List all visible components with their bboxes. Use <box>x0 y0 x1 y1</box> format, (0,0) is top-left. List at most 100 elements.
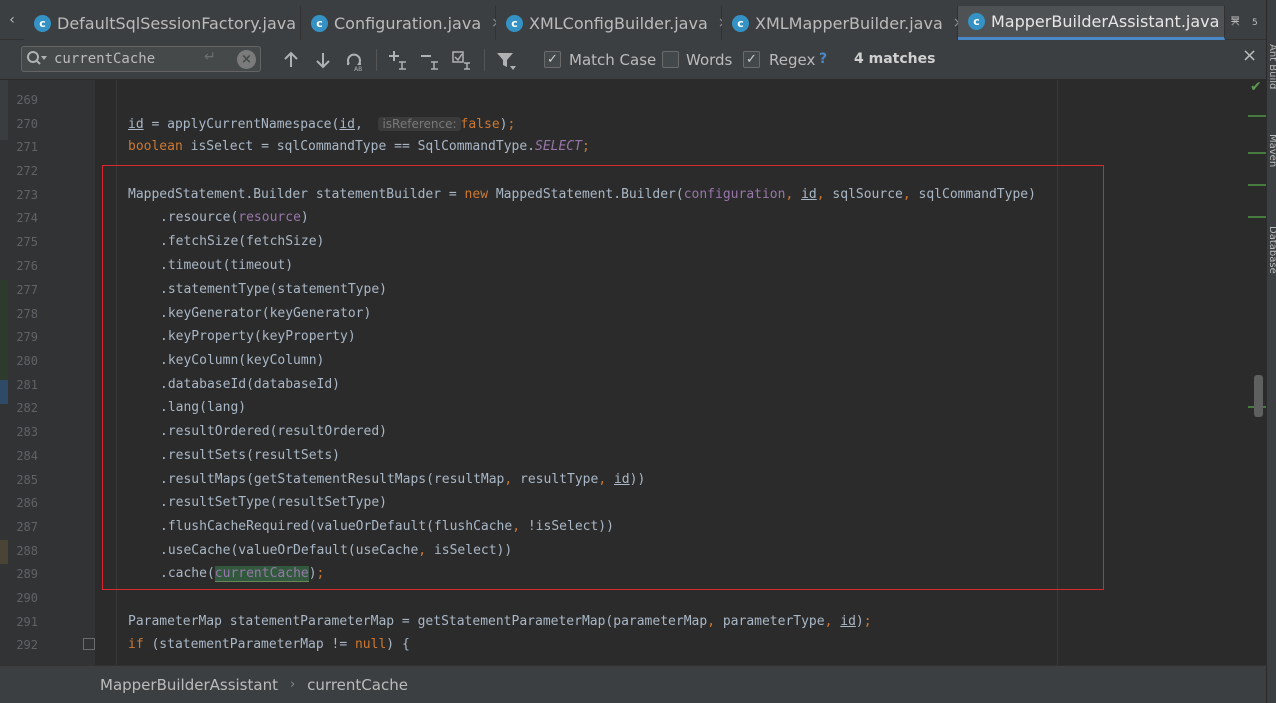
match-case-label[interactable]: Match Case <box>569 51 656 69</box>
find-in-path-icon[interactable]: AB <box>343 48 367 73</box>
hidden-tab-count: 5 <box>1252 18 1258 28</box>
line-number: 281 <box>16 378 38 392</box>
regex-checkbox[interactable]: ✓ <box>743 51 760 68</box>
match-case-checkbox[interactable]: ✓ <box>544 51 561 68</box>
editor-tab-bar: ‹ c DefaultSqlSessionFactory.java × c Co… <box>0 0 1276 40</box>
scroll-tabs-left-icon[interactable]: ‹ <box>0 6 24 34</box>
search-history-icon[interactable] <box>26 50 48 68</box>
find-bar: ↵ × AB ✓ Match Case Words ✓ Regex ? 4 ma… <box>0 40 1268 80</box>
code-line-282[interactable]: .lang(lang) <box>160 396 246 420</box>
code-line-273[interactable]: MappedStatement.Builder statementBuilder… <box>128 183 1036 207</box>
breadcrumb: MapperBuilderAssistant › currentCache <box>0 665 1266 703</box>
class-icon: c <box>506 14 523 32</box>
line-number: 286 <box>16 496 38 510</box>
code-line-279[interactable]: .keyProperty(keyProperty) <box>160 325 356 349</box>
line-number: 291 <box>16 615 38 629</box>
no-problems-check-icon: ✔ <box>1250 79 1262 95</box>
words-label[interactable]: Words <box>686 51 732 69</box>
tab-list-icon[interactable]: ≡ <box>1230 12 1240 26</box>
code-line-286[interactable]: .resultSetType(resultSetType) <box>160 491 387 515</box>
line-number: 278 <box>16 307 38 321</box>
code-line-280[interactable]: .keyColumn(keyColumn) <box>160 349 324 373</box>
fold-icon[interactable] <box>83 638 95 650</box>
line-number: 272 <box>16 164 38 178</box>
tab-default-sql-session-factory[interactable]: c DefaultSqlSessionFactory.java × <box>24 6 318 40</box>
class-icon: c <box>311 14 328 32</box>
line-number: 285 <box>16 473 38 487</box>
filter-icon[interactable] <box>494 48 518 72</box>
enter-icon: ↵ <box>204 49 216 65</box>
code-line-276[interactable]: .timeout(timeout) <box>160 254 293 278</box>
close-find-bar-icon[interactable]: × <box>1242 45 1257 66</box>
tool-window-ant-build[interactable]: Ant Build <box>1267 44 1276 89</box>
code-line-292[interactable]: if (statementParameterMap != null) { <box>128 633 410 657</box>
line-number: 282 <box>16 401 38 415</box>
tab-label: DefaultSqlSessionFactory.java <box>57 13 297 33</box>
tab-mapper-builder-assistant[interactable]: c MapperBuilderAssistant.java × <box>958 6 1241 40</box>
search-input[interactable] <box>54 50 194 68</box>
line-number: 269 <box>16 93 38 107</box>
regex-help-icon[interactable]: ? <box>819 51 827 67</box>
line-number: 292 <box>16 638 38 652</box>
code-line-283[interactable]: .resultOrdered(resultOrdered) <box>160 420 387 444</box>
line-number: 271 <box>16 140 38 154</box>
line-number: 275 <box>16 235 38 249</box>
words-checkbox[interactable] <box>662 51 679 68</box>
line-number-gutter: 269 270 271 272 273 274 275 276 277 278 … <box>0 80 95 665</box>
stripe-marker[interactable] <box>1248 152 1266 154</box>
right-margin-guide <box>1057 80 1058 665</box>
tab-label: XMLMapperBuilder.java <box>755 13 943 33</box>
vertical-scrollbar-thumb[interactable] <box>1254 375 1263 417</box>
class-icon: c <box>732 14 749 32</box>
tab-label: MapperBuilderAssistant.java <box>991 12 1220 31</box>
remove-occurrence-icon[interactable] <box>418 48 442 72</box>
code-line-270[interactable]: id = applyCurrentNamespace(id, isReferen… <box>128 112 515 137</box>
code-line-291[interactable]: ParameterMap statementParameterMap = get… <box>128 610 872 634</box>
stripe-marker[interactable] <box>1248 184 1266 186</box>
code-line-274[interactable]: .resource(resource) <box>160 206 309 230</box>
select-all-occurrences-icon[interactable] <box>450 48 474 72</box>
code-line-281[interactable]: .databaseId(databaseId) <box>160 373 340 397</box>
line-number: 287 <box>16 520 38 534</box>
code-line-289[interactable]: .cache(currentCache); <box>160 562 324 586</box>
regex-label[interactable]: Regex <box>769 51 815 69</box>
code-editor[interactable]: id = applyCurrentNamespace(id, isReferen… <box>95 80 1250 665</box>
previous-occurrence-icon[interactable] <box>279 48 303 72</box>
code-line-271[interactable]: boolean isSelect = sqlCommandType == Sql… <box>128 135 590 159</box>
stripe-marker[interactable] <box>1248 216 1266 218</box>
line-number: 280 <box>16 354 38 368</box>
tool-window-database[interactable]: Database <box>1267 226 1276 274</box>
tab-configuration[interactable]: c Configuration.java × <box>301 6 503 40</box>
line-number: 276 <box>16 259 38 273</box>
next-occurrence-icon[interactable] <box>311 48 335 72</box>
breadcrumb-separator: › <box>289 677 296 692</box>
tab-xml-config-builder[interactable]: c XMLConfigBuilder.java × <box>496 6 729 40</box>
search-match-highlight: currentCache <box>214 566 309 582</box>
parameter-hint: isReference: <box>378 117 461 131</box>
code-line-284[interactable]: .resultSets(resultSets) <box>160 444 340 468</box>
code-line-288[interactable]: .useCache(valueOrDefault(useCache, isSel… <box>160 539 512 563</box>
line-number: 290 <box>16 591 38 605</box>
line-number: 270 <box>16 117 38 131</box>
code-line-285[interactable]: .resultMaps(getStatementResultMaps(resul… <box>160 468 645 492</box>
line-number: 289 <box>16 567 38 581</box>
breadcrumb-member[interactable]: currentCache <box>307 676 408 694</box>
toolbar-separator <box>376 49 377 71</box>
tab-label: XMLConfigBuilder.java <box>529 13 708 33</box>
line-number: 277 <box>16 283 38 297</box>
line-number: 274 <box>16 211 38 225</box>
tool-window-maven[interactable]: Maven <box>1267 134 1276 167</box>
code-line-275[interactable]: .fetchSize(fetchSize) <box>160 230 324 254</box>
breadcrumb-class[interactable]: MapperBuilderAssistant <box>100 676 278 694</box>
indent-guide <box>116 80 117 665</box>
clear-search-icon[interactable]: × <box>237 50 256 69</box>
class-icon: c <box>34 14 51 32</box>
line-number: 288 <box>16 544 38 558</box>
search-field[interactable]: ↵ × <box>21 46 261 72</box>
add-occurrence-icon[interactable] <box>386 48 410 72</box>
code-line-287[interactable]: .flushCacheRequired(valueOrDefault(flush… <box>160 515 614 539</box>
stripe-marker[interactable] <box>1248 115 1266 117</box>
tab-xml-mapper-builder[interactable]: c XMLMapperBuilder.java × <box>722 6 964 40</box>
code-line-277[interactable]: .statementType(statementType) <box>160 278 387 302</box>
code-line-278[interactable]: .keyGenerator(keyGenerator) <box>160 302 371 326</box>
